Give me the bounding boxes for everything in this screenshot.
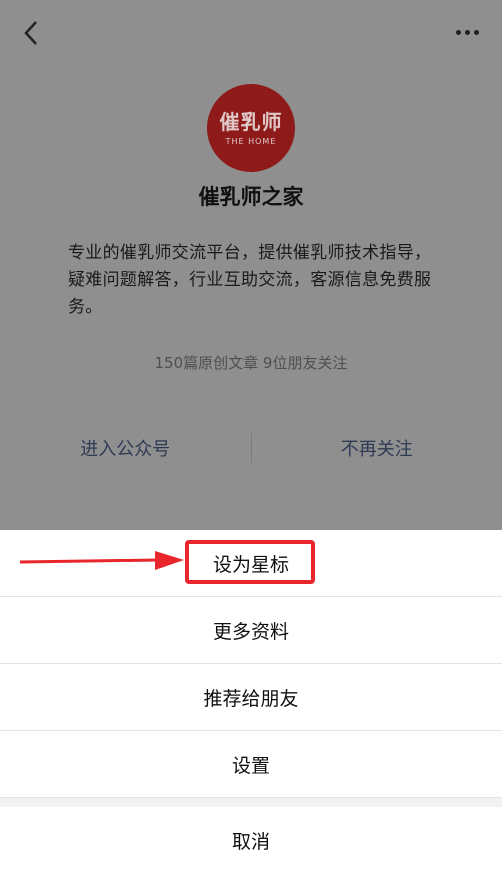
account-logo: 催乳师 THE HOME <box>207 84 295 172</box>
account-description: 专业的催乳师交流平台，提供催乳师技术指导，疑难问题解答，行业互助交流，客源信息免… <box>68 243 432 317</box>
account-stats: 150篇原创文章 9位朋友关注 <box>154 354 348 372</box>
arrow-annotation-icon <box>19 546 185 576</box>
enter-account-button[interactable]: 进入公众号 <box>0 435 251 461</box>
more-icon[interactable] <box>452 22 482 42</box>
account-actions: 进入公众号 不再关注 <box>0 428 502 468</box>
cancel-button[interactable]: 取消 <box>0 807 502 874</box>
recommend-button[interactable]: 推荐给朋友 <box>0 664 502 731</box>
settings-button[interactable]: 设置 <box>0 731 502 798</box>
account-name: 催乳师之家 <box>198 185 304 209</box>
more-info-button[interactable]: 更多资料 <box>0 597 502 664</box>
unfollow-button[interactable]: 不再关注 <box>252 435 502 461</box>
back-icon[interactable] <box>18 18 48 48</box>
account-profile: 催乳师 THE HOME 催乳师之家 专业的催乳师交流平台，提供催乳师技术指导，… <box>0 0 502 530</box>
highlight-box <box>185 540 315 584</box>
